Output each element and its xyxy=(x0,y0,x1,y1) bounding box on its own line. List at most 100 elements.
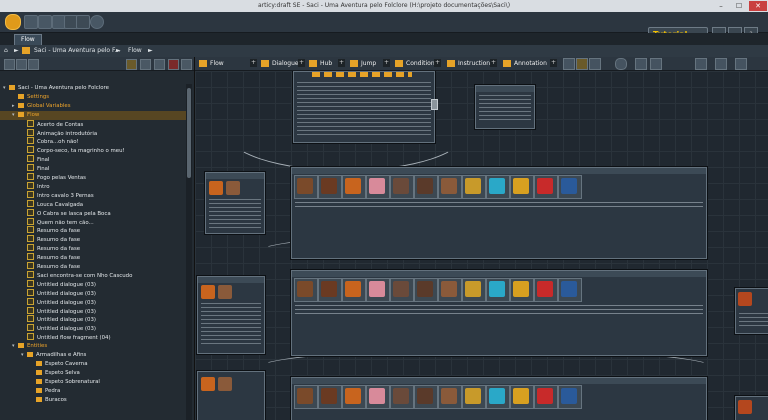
condition-tool[interactable]: Condition + xyxy=(393,58,441,69)
breadcrumb-project[interactable]: Saci - Uma Aventura pelo F... xyxy=(34,47,120,54)
tree-item[interactable]: Untitled dialogue (03) xyxy=(0,297,186,307)
expand-icon[interactable]: ▾ xyxy=(3,84,8,93)
add-icon[interactable]: + xyxy=(383,59,390,67)
maximize-button[interactable]: ☐ xyxy=(730,1,748,11)
flow-fragment-tool[interactable]: Flow Fragment+ xyxy=(197,58,257,78)
dialogue-fragment-node[interactable] xyxy=(205,172,265,234)
breadcrumb-current[interactable]: Flow xyxy=(128,47,142,54)
tree-item[interactable]: Fogo pelas Ventas xyxy=(0,173,186,182)
entity-thumbnail[interactable] xyxy=(294,385,318,409)
tree-item[interactable]: O Cabra se lasca pela Boca xyxy=(0,208,186,218)
tree-item[interactable]: Untitled flow fragment (04) xyxy=(0,333,186,342)
entity-thumbnail[interactable] xyxy=(438,175,462,199)
tree-item[interactable]: Espeto Selva xyxy=(0,369,186,378)
entity-thumbnail[interactable] xyxy=(534,175,558,199)
redo-icon[interactable] xyxy=(76,15,90,29)
tree-item[interactable]: Resumo da fase xyxy=(0,244,186,253)
entity-thumbnail[interactable] xyxy=(318,385,342,409)
entity-thumbnail[interactable] xyxy=(414,175,438,199)
expand-icon[interactable]: ▾ xyxy=(21,351,26,360)
help-icon[interactable] xyxy=(90,15,104,29)
fullscreen-icon[interactable] xyxy=(735,58,747,70)
layout-icon[interactable] xyxy=(589,58,601,70)
link-icon[interactable] xyxy=(563,58,575,70)
flow-fragment-node[interactable] xyxy=(291,167,707,259)
save-icon[interactable] xyxy=(38,15,52,29)
tree-item[interactable]: Buracos xyxy=(0,396,186,405)
entity-thumbnail[interactable] xyxy=(414,385,438,409)
entity-thumbnail[interactable] xyxy=(486,278,510,302)
entity-thumbnail[interactable] xyxy=(558,175,582,199)
instruction-tool[interactable]: Instruction + xyxy=(445,58,497,69)
settings-icon[interactable] xyxy=(715,58,727,70)
expand-icon[interactable]: ▸ xyxy=(12,102,17,111)
tree-item[interactable]: Resumo da fase xyxy=(0,253,186,262)
add-icon[interactable]: + xyxy=(250,59,257,67)
grid-view-icon[interactable] xyxy=(126,59,137,70)
home-icon[interactable]: ⌂ xyxy=(4,47,8,54)
tree-item[interactable]: Final xyxy=(0,164,186,173)
entity-thumbnail[interactable] xyxy=(342,175,366,199)
tree-item[interactable]: Untitled dialogue (03) xyxy=(0,288,186,298)
tree-item[interactable]: ▾ Flow xyxy=(0,110,186,120)
add-icon[interactable]: + xyxy=(338,59,345,67)
entity-thumbnail[interactable] xyxy=(510,385,534,409)
entity-thumbnail[interactable] xyxy=(318,278,342,302)
list-view-icon[interactable] xyxy=(4,59,15,70)
options-icon[interactable] xyxy=(181,59,192,70)
tree-item[interactable]: Untitled dialogue (03) xyxy=(0,324,186,333)
sort-icon[interactable] xyxy=(28,59,39,70)
close-button[interactable]: ✕ xyxy=(749,1,767,11)
zoom-icon[interactable] xyxy=(615,58,627,70)
entity-thumbnail[interactable] xyxy=(390,385,414,409)
dialogue-fragment-node[interactable] xyxy=(197,371,265,420)
entity-thumbnail[interactable] xyxy=(462,385,486,409)
add-icon[interactable]: + xyxy=(298,59,305,67)
search-icon[interactable] xyxy=(140,59,151,70)
dialogue-tool[interactable]: Dialogue + xyxy=(259,58,305,69)
map-icon[interactable] xyxy=(576,58,588,70)
tree-item[interactable]: Untitled dialogue (03) xyxy=(0,279,186,289)
dialogue-fragment-node[interactable] xyxy=(475,85,535,129)
dialogue-fragment-node[interactable] xyxy=(197,276,265,354)
entity-thumbnail[interactable] xyxy=(558,385,582,409)
tree-item[interactable]: Espeto Sobrenatural xyxy=(0,378,186,387)
tree-item[interactable]: Louca Cavalgada xyxy=(0,199,186,209)
entity-thumbnail[interactable] xyxy=(318,175,342,199)
tree-item[interactable]: Corpo-seco, ta magrinho o meu! xyxy=(0,146,186,155)
tree-item[interactable]: Untitled dialogue (03) xyxy=(0,315,186,324)
annotation-tool[interactable]: Annotation + xyxy=(501,58,557,69)
tree-item[interactable]: ▾ Entities xyxy=(0,342,186,351)
tree-item[interactable]: ▾ Saci - Uma Aventura pelo Folclore xyxy=(0,84,186,93)
tree-item[interactable]: Resumo da fase xyxy=(0,235,186,244)
jump-tool[interactable]: Jump + xyxy=(348,58,390,69)
entity-thumbnail[interactable] xyxy=(438,385,462,409)
app-logo-icon[interactable] xyxy=(5,14,21,30)
delete-icon[interactable] xyxy=(168,59,179,70)
entity-thumbnail[interactable] xyxy=(414,278,438,302)
navigator-scrollbar[interactable] xyxy=(186,84,192,420)
flow-fragment-node[interactable] xyxy=(291,270,707,356)
entity-thumbnail[interactable] xyxy=(534,278,558,302)
export-icon[interactable] xyxy=(650,58,662,70)
entity-thumbnail[interactable] xyxy=(342,385,366,409)
minimize-button[interactable]: – xyxy=(712,1,730,11)
hub-tool[interactable]: Hub + xyxy=(307,58,345,69)
entity-thumbnail[interactable] xyxy=(390,278,414,302)
entity-thumbnail[interactable] xyxy=(438,278,462,302)
bookmark-icon[interactable] xyxy=(154,59,165,70)
dialogue-fragment-node[interactable] xyxy=(735,396,768,420)
tree-item[interactable]: Untitled dialogue (03) xyxy=(0,306,186,316)
tree-item[interactable]: Quem não tem cão... xyxy=(0,217,186,227)
filter-icon[interactable] xyxy=(16,59,27,70)
tree-item[interactable]: Final xyxy=(0,155,186,164)
add-icon[interactable]: + xyxy=(434,59,441,67)
dialogue-fragment-node[interactable] xyxy=(735,288,768,334)
entity-thumbnail[interactable] xyxy=(294,175,318,199)
add-icon[interactable]: + xyxy=(490,59,497,67)
entity-thumbnail[interactable] xyxy=(462,175,486,199)
tree-item[interactable]: Intro cavalo 3 Pernas xyxy=(0,190,186,200)
tree-item[interactable]: Espeto Caverna xyxy=(0,360,186,369)
entity-thumbnail[interactable] xyxy=(486,385,510,409)
scrollbar-thumb[interactable] xyxy=(187,88,191,178)
